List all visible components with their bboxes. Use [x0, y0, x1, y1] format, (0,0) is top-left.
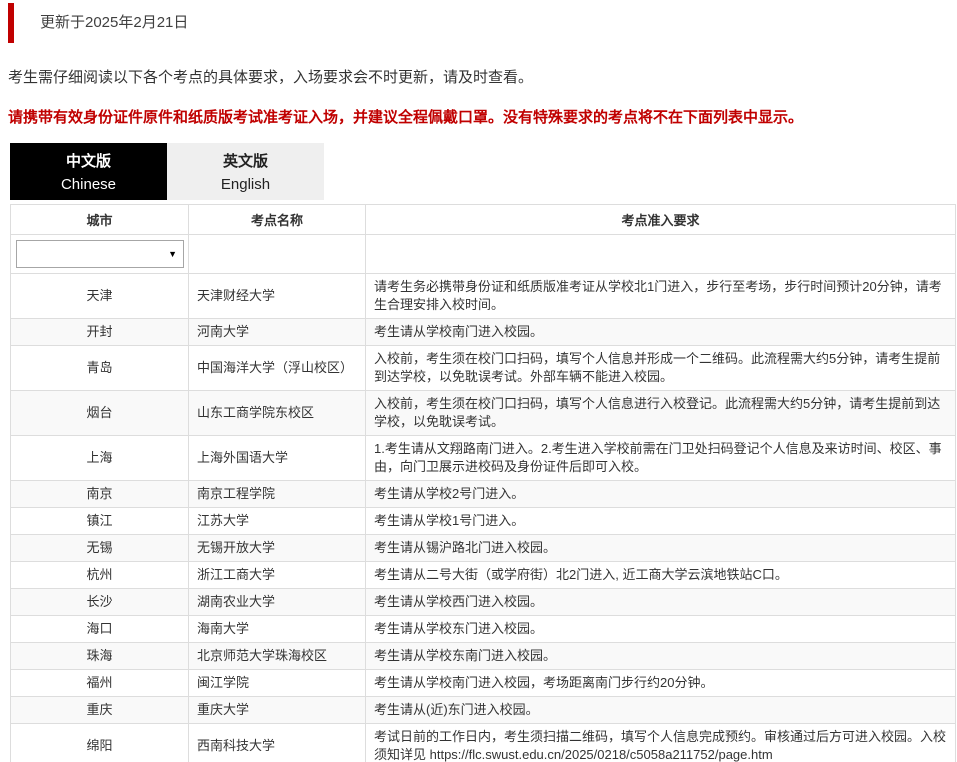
requirement-cell: 请考生务必携带身份证和纸质版准考证从学校北1门进入，步行至考场，步行时间预计20…	[366, 274, 956, 319]
table-row: 绵阳西南科技大学考试日前的工作日内，考生须扫描二维码，填写个人信息完成预约。审核…	[11, 724, 956, 762]
site-cell: 重庆大学	[189, 697, 366, 724]
requirement-cell: 入校前，考生须在校门口扫码，填写个人信息进行入校登记。此流程需大约5分钟，请考生…	[366, 391, 956, 436]
requirement-cell: 考生请从学校南门进入校园，考场距离南门步行约20分钟。	[366, 670, 956, 697]
table-row: 上海上海外国语大学1.考生请从文翔路南门进入。2.考生进入学校前需在门卫处扫码登…	[11, 436, 956, 481]
site-cell: 湖南农业大学	[189, 589, 366, 616]
table-filter-row: ▼	[11, 235, 956, 274]
requirement-cell: 考生请从(近)东门进入校园。	[366, 697, 956, 724]
site-cell: 河南大学	[189, 319, 366, 346]
intro-paragraph: 考生需仔细阅读以下各个考点的具体要求，入场要求会不时更新，请及时查看。	[8, 66, 949, 87]
site-cell: 江苏大学	[189, 508, 366, 535]
tab-chinese-label-zh: 中文版	[10, 151, 167, 173]
site-cell: 闽江学院	[189, 670, 366, 697]
table-row: 福州闽江学院考生请从学校南门进入校园，考场距离南门步行约20分钟。	[11, 670, 956, 697]
table-row: 重庆重庆大学考生请从(近)东门进入校园。	[11, 697, 956, 724]
table-row: 长沙湖南农业大学考生请从学校西门进入校园。	[11, 589, 956, 616]
requirement-cell: 考生请从学校1号门进入。	[366, 508, 956, 535]
tab-english-label-en: English	[167, 173, 324, 197]
requirement-cell: 考试日前的工作日内，考生须扫描二维码，填写个人信息完成预约。审核通过后方可进入校…	[366, 724, 956, 762]
city-cell: 绵阳	[11, 724, 189, 762]
header-requirement[interactable]: 考点准入要求	[366, 205, 956, 235]
requirement-cell: 考生请从学校西门进入校园。	[366, 589, 956, 616]
table-row: 青岛中国海洋大学（浮山校区）入校前，考生须在校门口扫码，填写个人信息并形成一个二…	[11, 346, 956, 391]
update-date-header: 更新于2025年2月21日	[8, 3, 957, 43]
city-cell: 青岛	[11, 346, 189, 391]
table-row: 杭州浙江工商大学考生请从二号大街（或学府街）北2门进入, 近工商大学云滨地铁站C…	[11, 562, 956, 589]
requirement-cell: 1.考生请从文翔路南门进入。2.考生进入学校前需在门卫处扫码登记个人信息及来访时…	[366, 436, 956, 481]
page: 更新于2025年2月21日 考生需仔细阅读以下各个考点的具体要求，入场要求会不时…	[0, 0, 957, 762]
city-cell: 长沙	[11, 589, 189, 616]
requirement-cell: 考生请从学校东南门进入校园。	[366, 643, 956, 670]
site-cell: 西南科技大学	[189, 724, 366, 762]
table-header-row: 城市 考点名称 考点准入要求	[11, 205, 956, 235]
table-row: 珠海北京师范大学珠海校区考生请从学校东南门进入校园。	[11, 643, 956, 670]
city-cell: 海口	[11, 616, 189, 643]
city-cell: 珠海	[11, 643, 189, 670]
header-city[interactable]: 城市	[11, 205, 189, 235]
table-row: 镇江江苏大学考生请从学校1号门进入。	[11, 508, 956, 535]
header-site[interactable]: 考点名称	[189, 205, 366, 235]
requirement-cell: 考生请从学校南门进入校园。	[366, 319, 956, 346]
site-cell: 无锡开放大学	[189, 535, 366, 562]
city-cell: 无锡	[11, 535, 189, 562]
site-cell: 上海外国语大学	[189, 436, 366, 481]
table-row: 开封河南大学考生请从学校南门进入校园。	[11, 319, 956, 346]
city-cell: 开封	[11, 319, 189, 346]
city-cell: 杭州	[11, 562, 189, 589]
table-row: 南京南京工程学院考生请从学校2号门进入。	[11, 481, 956, 508]
site-cell: 天津财经大学	[189, 274, 366, 319]
site-cell: 浙江工商大学	[189, 562, 366, 589]
city-cell: 重庆	[11, 697, 189, 724]
requirement-cell: 考生请从二号大街（或学府街）北2门进入, 近工商大学云滨地铁站C口。	[366, 562, 956, 589]
city-cell: 南京	[11, 481, 189, 508]
site-cell: 北京师范大学珠海校区	[189, 643, 366, 670]
site-cell: 南京工程学院	[189, 481, 366, 508]
notice-paragraph: 请携带有效身份证件原件和纸质版考试准考证入场，并建议全程佩戴口罩。没有特殊要求的…	[8, 106, 949, 127]
requirement-cell: 考生请从学校2号门进入。	[366, 481, 956, 508]
test-sites-table: 城市 考点名称 考点准入要求 ▼ 天津天津财经大学请考生务必携带身份证和纸质	[10, 204, 956, 762]
requirement-cell: 入校前，考生须在校门口扫码，填写个人信息并形成一个二维码。此流程需大约5分钟，请…	[366, 346, 956, 391]
city-cell: 福州	[11, 670, 189, 697]
city-filter: ▼	[16, 240, 184, 268]
table-row: 天津天津财经大学请考生务必携带身份证和纸质版准考证从学校北1门进入，步行至考场，…	[11, 274, 956, 319]
city-cell: 天津	[11, 274, 189, 319]
table-row: 海口海南大学考生请从学校东门进入校园。	[11, 616, 956, 643]
language-tabs: 中文版 Chinese 英文版 English	[10, 143, 957, 200]
tab-chinese-label-en: Chinese	[10, 173, 167, 197]
city-cell: 烟台	[11, 391, 189, 436]
requirement-cell: 考生请从学校东门进入校园。	[366, 616, 956, 643]
site-cell: 中国海洋大学（浮山校区）	[189, 346, 366, 391]
city-filter-select[interactable]	[16, 240, 184, 268]
tab-english-label-zh: 英文版	[167, 151, 324, 173]
table-row: 无锡无锡开放大学考生请从锡沪路北门进入校园。	[11, 535, 956, 562]
update-date-text: 更新于2025年2月21日	[40, 14, 188, 31]
site-cell: 山东工商学院东校区	[189, 391, 366, 436]
tab-english[interactable]: 英文版 English	[167, 143, 324, 200]
city-cell: 镇江	[11, 508, 189, 535]
city-cell: 上海	[11, 436, 189, 481]
requirement-cell: 考生请从锡沪路北门进入校园。	[366, 535, 956, 562]
tab-chinese[interactable]: 中文版 Chinese	[10, 143, 167, 200]
site-cell: 海南大学	[189, 616, 366, 643]
table-row: 烟台山东工商学院东校区入校前，考生须在校门口扫码，填写个人信息进行入校登记。此流…	[11, 391, 956, 436]
